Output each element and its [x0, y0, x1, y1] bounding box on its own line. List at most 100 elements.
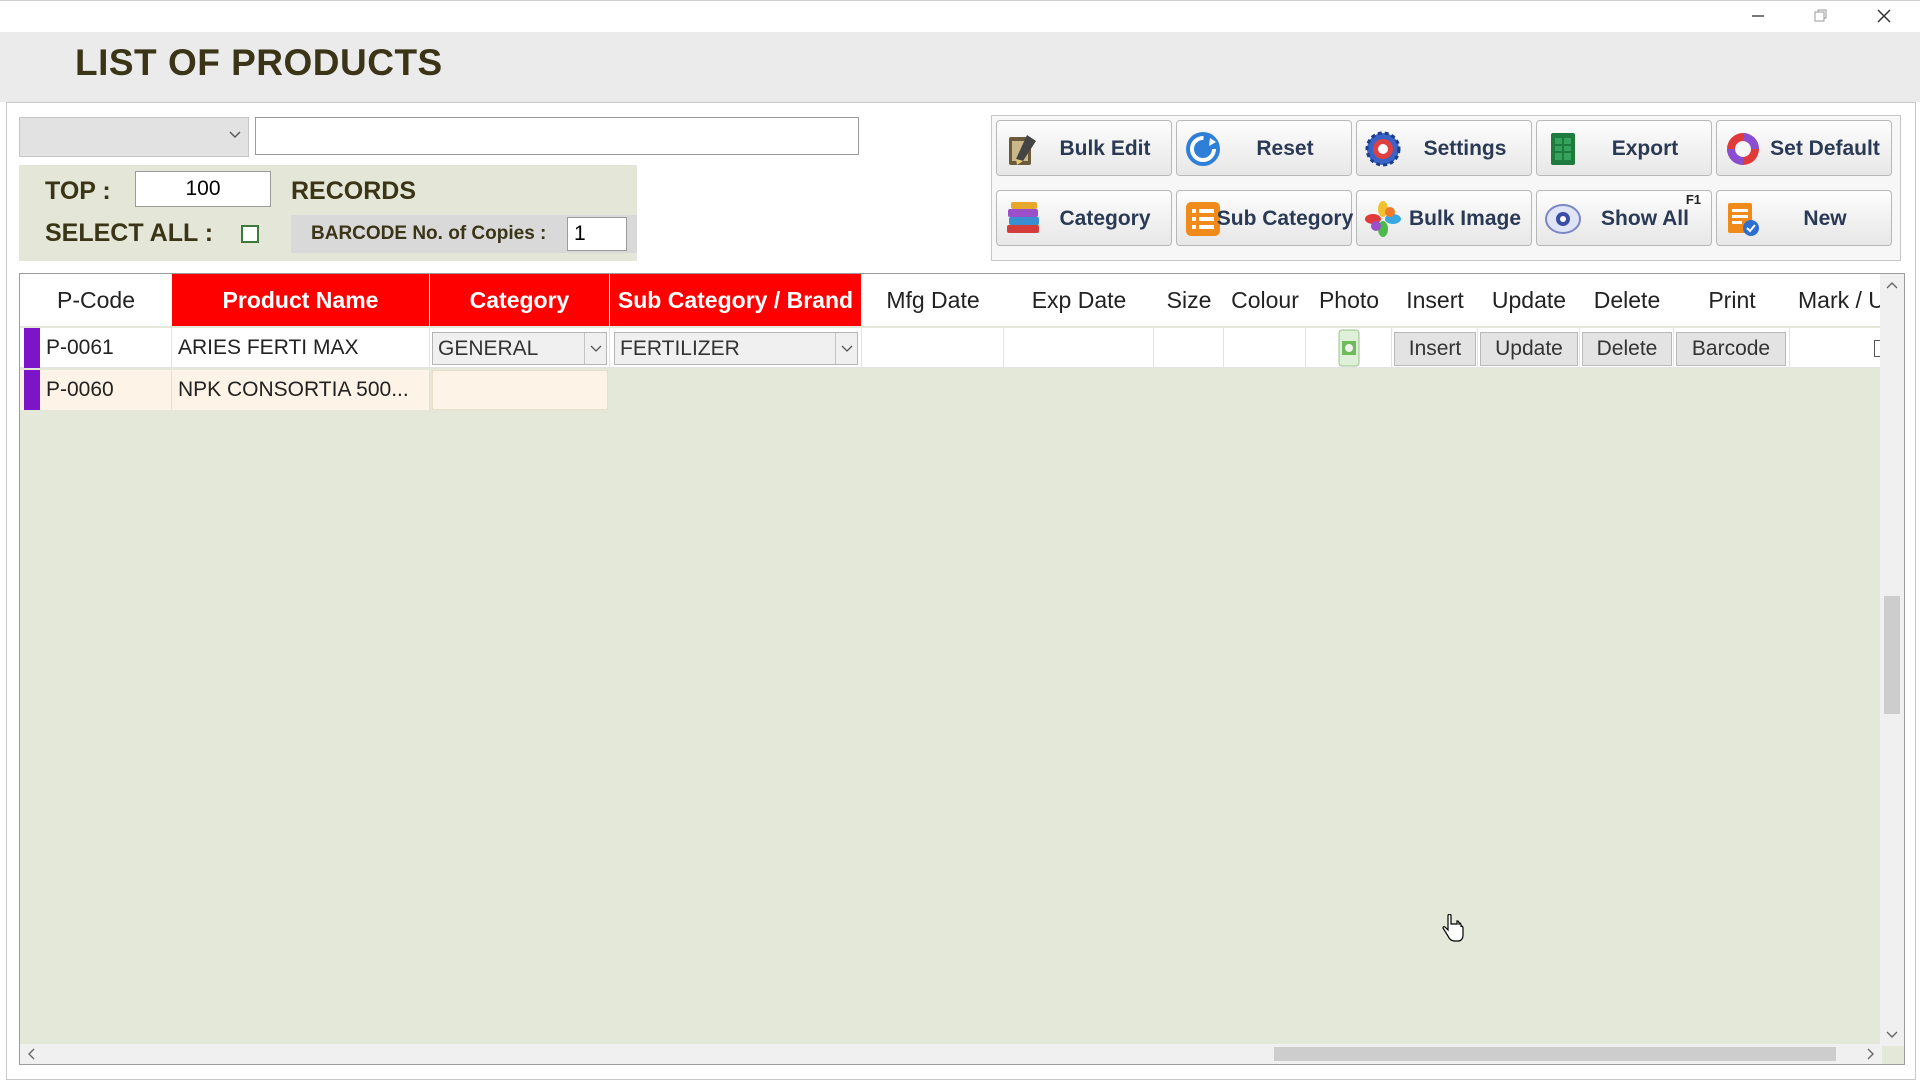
- column-header-sub-category[interactable]: Sub Category / Brand: [610, 274, 862, 326]
- sub-category-button[interactable]: Sub Category: [1176, 190, 1354, 246]
- table-row[interactable]: P-0061 ARIES FERTI MAX GENERAL FERTILIZE…: [20, 328, 1886, 368]
- insert-button[interactable]: Insert: [1394, 332, 1476, 366]
- column-header-delete[interactable]: Delete: [1580, 274, 1674, 326]
- chevron-right-icon: [1867, 1048, 1874, 1060]
- exp-date-cell[interactable]: [1004, 328, 1154, 368]
- chevron-down-icon: [590, 345, 601, 352]
- horizontal-scrollbar[interactable]: [20, 1044, 1882, 1064]
- column-header-p-code[interactable]: P-Code: [20, 274, 172, 326]
- scroll-right-button[interactable]: [1862, 1044, 1880, 1064]
- row-selection-marker: [24, 370, 40, 410]
- size-cell[interactable]: [1154, 328, 1224, 368]
- photos-icon: [1365, 201, 1401, 237]
- show-all-button[interactable]: Show All F1: [1536, 190, 1712, 246]
- sub-category-value: FERTILIZER: [620, 336, 740, 360]
- options-panel: TOP : RECORDS SELECT ALL : BARCODE No. o…: [19, 165, 637, 261]
- records-label: RECORDS: [291, 177, 417, 205]
- chevron-down-icon: [229, 131, 241, 138]
- barcode-print-button[interactable]: Barcode: [1676, 332, 1786, 366]
- category-button[interactable]: Category: [996, 190, 1172, 246]
- vertical-scrollbar[interactable]: [1880, 274, 1904, 1046]
- column-header-insert[interactable]: Insert: [1392, 274, 1478, 326]
- restore-icon: [1814, 9, 1827, 22]
- show-all-shortcut: F1: [1685, 192, 1701, 207]
- scroll-down-button[interactable]: [1880, 1026, 1904, 1044]
- minimize-button[interactable]: [1727, 1, 1789, 31]
- horizontal-scroll-thumb[interactable]: [1274, 1047, 1836, 1061]
- bulk-image-button[interactable]: Bulk Image: [1356, 190, 1532, 246]
- product-name[interactable]: NPK CONSORTIA 500...: [172, 370, 430, 410]
- chevron-left-icon: [28, 1048, 35, 1060]
- barcode-copies-input[interactable]: [567, 217, 627, 251]
- scroll-up-button[interactable]: [1880, 276, 1904, 294]
- sub-category-combo[interactable]: FERTILIZER: [614, 332, 858, 365]
- restore-button[interactable]: [1790, 1, 1852, 31]
- hand-cursor-icon: [1442, 914, 1464, 942]
- column-header-mark[interactable]: Mark / U: [1790, 274, 1882, 326]
- column-header-category[interactable]: Category: [430, 274, 610, 326]
- p-code: P-0060: [46, 378, 114, 401]
- column-header-size[interactable]: Size: [1154, 274, 1224, 326]
- product-name[interactable]: ARIES FERTI MAX: [172, 328, 430, 368]
- settings-button[interactable]: Settings: [1356, 120, 1532, 176]
- column-header-print[interactable]: Print: [1674, 274, 1790, 326]
- category-dropdown-button[interactable]: [584, 333, 606, 364]
- chevron-down-icon: [841, 345, 852, 352]
- top-label: TOP :: [45, 177, 111, 205]
- update-button[interactable]: Update: [1480, 332, 1578, 366]
- column-header-mfg-date[interactable]: Mfg Date: [862, 274, 1004, 326]
- bulk-edit-label: Bulk Edit: [1059, 137, 1151, 160]
- main-panel: TOP : RECORDS SELECT ALL : BARCODE No. o…: [6, 102, 1916, 1080]
- row-p-code-cell: P-0061: [20, 328, 172, 368]
- column-header-product-name[interactable]: Product Name: [172, 274, 430, 326]
- eye-icon: [1545, 204, 1581, 234]
- chevron-down-icon: [1886, 1031, 1898, 1038]
- column-header-update[interactable]: Update: [1478, 274, 1580, 326]
- search-input[interactable]: [255, 117, 859, 155]
- column-header-colour[interactable]: Colour: [1224, 274, 1306, 326]
- minimize-icon: [1752, 15, 1764, 17]
- column-header-photo[interactable]: Photo: [1306, 274, 1392, 326]
- sub-category-label: Sub Category: [1216, 207, 1354, 230]
- notepad-pencil-icon: [1009, 135, 1036, 165]
- vertical-scroll-thumb[interactable]: [1884, 596, 1900, 714]
- stacked-books-icon: [1007, 202, 1039, 233]
- select-all-label: SELECT ALL :: [45, 219, 214, 247]
- category-cell[interactable]: [432, 370, 608, 410]
- mark-cell: [1790, 328, 1882, 368]
- window-title-bar: [0, 0, 1920, 32]
- settings-label: Settings: [1423, 137, 1507, 160]
- sub-category-dropdown-button[interactable]: [835, 333, 857, 364]
- category-value: GENERAL: [438, 336, 539, 360]
- category-combo[interactable]: GENERAL: [432, 332, 607, 365]
- filter-dropdown[interactable]: [19, 117, 249, 157]
- column-header-exp-date[interactable]: Exp Date: [1004, 274, 1154, 326]
- table-row[interactable]: P-0060 NPK CONSORTIA 500...: [20, 370, 620, 410]
- mfg-date-cell[interactable]: [862, 328, 1004, 368]
- colour-cell[interactable]: [1224, 328, 1306, 368]
- barcode-copies-label: BARCODE No. of Copies :: [311, 223, 547, 244]
- export-label: Export: [1611, 137, 1679, 160]
- select-all-checkbox[interactable]: [241, 225, 259, 243]
- barcode-copies-group: BARCODE No. of Copies :: [291, 215, 637, 253]
- export-button[interactable]: Export: [1536, 120, 1712, 176]
- close-icon: [1877, 9, 1891, 23]
- set-default-label: Set Default: [1770, 137, 1880, 160]
- spreadsheet-icon: [1551, 133, 1575, 165]
- reset-button[interactable]: Reset: [1176, 120, 1352, 176]
- close-window-button[interactable]: [1853, 1, 1915, 31]
- row-selection-marker: [24, 328, 40, 368]
- top-records-input[interactable]: [135, 171, 271, 207]
- new-document-icon: [1728, 203, 1759, 236]
- bulk-edit-button[interactable]: Bulk Edit: [996, 120, 1172, 176]
- delete-button[interactable]: Delete: [1582, 332, 1672, 366]
- scroll-left-button[interactable]: [22, 1044, 40, 1064]
- bulk-image-label: Bulk Image: [1408, 207, 1522, 230]
- refresh-icon: [1186, 132, 1220, 166]
- set-default-button[interactable]: Set Default: [1716, 120, 1892, 176]
- new-button[interactable]: New: [1716, 190, 1892, 246]
- products-grid: P-Code Product Name Category Sub Categor…: [19, 273, 1905, 1065]
- photo-cell[interactable]: [1306, 328, 1392, 368]
- p-code: P-0061: [46, 335, 114, 359]
- lifebuoy-icon: [1727, 133, 1759, 165]
